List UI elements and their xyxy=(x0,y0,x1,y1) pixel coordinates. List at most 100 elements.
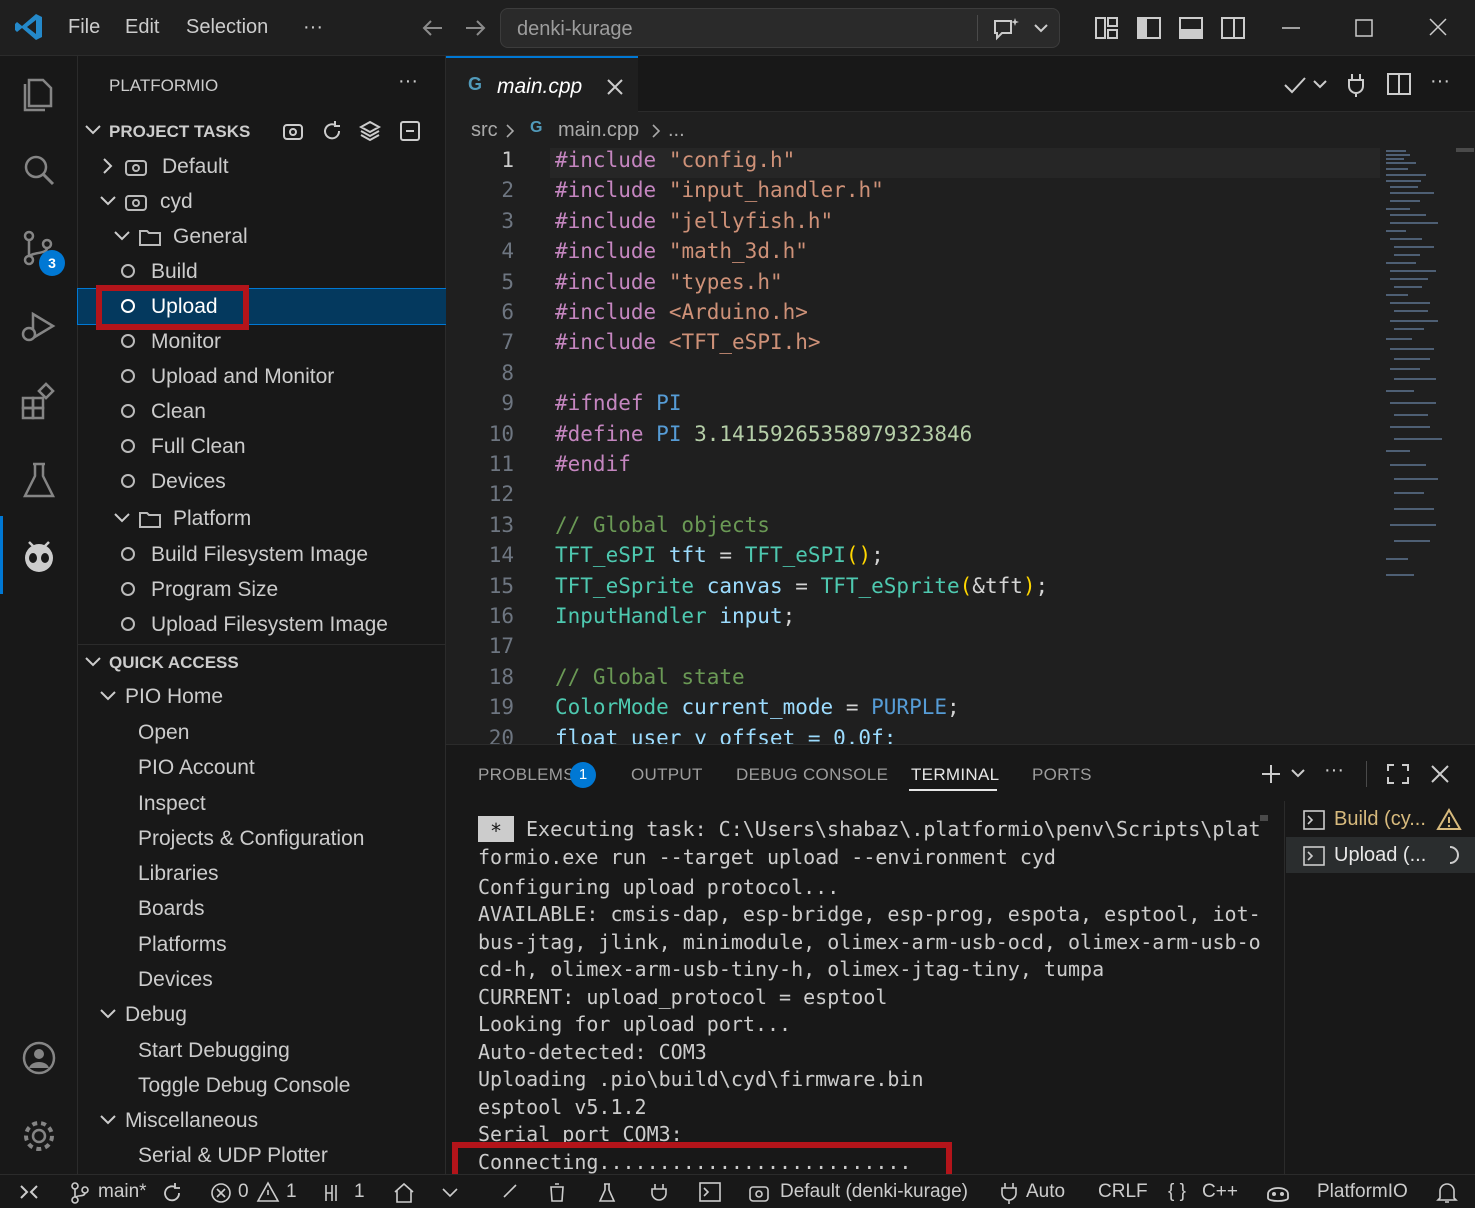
tab-problems[interactable]: PROBLEMS xyxy=(478,765,575,785)
toggle-panel-icon[interactable] xyxy=(1178,16,1204,40)
settings-gear-icon[interactable] xyxy=(19,1116,59,1156)
notifications-bell-icon[interactable] xyxy=(1436,1181,1458,1205)
menu-edit[interactable]: Edit xyxy=(125,16,159,39)
tree-item-platform[interactable]: Platform xyxy=(78,501,446,536)
quick-pio-account[interactable]: PIO Account xyxy=(78,750,446,785)
pio-home-icon[interactable] xyxy=(392,1181,416,1205)
quick-devices[interactable]: Devices xyxy=(78,962,446,997)
refresh-icon[interactable] xyxy=(320,119,344,143)
toggle-secondary-sidebar-icon[interactable] xyxy=(1220,16,1246,40)
terminal-scrollbar[interactable] xyxy=(1260,815,1268,821)
quick-platforms[interactable]: Platforms xyxy=(78,927,446,962)
pio-build-icon[interactable] xyxy=(440,1183,460,1203)
command-center-search[interactable]: denki-kurage xyxy=(500,8,1060,48)
menu-file[interactable]: File xyxy=(68,16,100,39)
quick-projects-configuration[interactable]: Projects & Configuration xyxy=(78,821,446,856)
tree-item-default[interactable]: Default xyxy=(78,149,446,184)
menu-selection[interactable]: Selection xyxy=(186,16,268,39)
sync-icon[interactable] xyxy=(160,1181,184,1205)
back-arrow-icon[interactable] xyxy=(420,16,446,40)
layers-icon[interactable] xyxy=(358,119,382,143)
tab-output[interactable]: OUTPUT xyxy=(631,765,703,785)
ports-count[interactable]: 1 xyxy=(354,1181,365,1203)
quick-start-debugging[interactable]: Start Debugging xyxy=(78,1033,446,1068)
split-editor-icon[interactable] xyxy=(1386,72,1412,96)
task-build-filesystem-image[interactable]: Build Filesystem Image xyxy=(78,537,446,572)
search-icon[interactable] xyxy=(19,150,59,190)
platformio-label[interactable]: PlatformIO xyxy=(1317,1181,1408,1203)
collapse-all-icon[interactable] xyxy=(398,119,422,143)
task-devices[interactable]: Devices xyxy=(78,464,446,499)
quick-open[interactable]: Open xyxy=(78,715,446,750)
maximize-panel-icon[interactable] xyxy=(1386,763,1410,785)
tree-item-cyd[interactable]: cyd xyxy=(78,184,446,219)
new-terminal-icon[interactable] xyxy=(280,119,306,143)
tree-item-debug[interactable]: Debug xyxy=(78,997,446,1032)
project-env-label[interactable]: Default (denki-kurage) xyxy=(780,1181,968,1203)
scrollbar-thumb[interactable] xyxy=(1456,148,1474,152)
chevron-down-icon[interactable] xyxy=(1312,78,1328,92)
task-program-size[interactable]: Program Size xyxy=(78,572,446,607)
run-debug-icon[interactable] xyxy=(19,306,59,346)
tree-item-general[interactable]: General xyxy=(78,219,446,254)
explorer-icon[interactable] xyxy=(19,72,59,112)
pio-terminal-icon[interactable] xyxy=(698,1181,722,1203)
remote-icon[interactable] xyxy=(18,1182,40,1202)
quick-libraries[interactable]: Libraries xyxy=(78,856,446,891)
pio-monitor-icon[interactable] xyxy=(648,1181,670,1203)
language-braces-icon[interactable]: { } xyxy=(1168,1181,1186,1203)
panel-more-actions[interactable]: ··· xyxy=(1324,759,1344,782)
error-icon[interactable] xyxy=(210,1182,232,1204)
warning-count[interactable]: 1 xyxy=(286,1181,297,1203)
new-terminal-plus-icon[interactable] xyxy=(1260,763,1282,785)
pio-test-icon[interactable] xyxy=(596,1181,618,1203)
forward-arrow-icon[interactable] xyxy=(462,16,488,40)
terminal-list-item-build[interactable]: Build (cy... xyxy=(1286,801,1475,837)
toggle-sidebar-icon[interactable] xyxy=(1136,16,1162,40)
chevron-down-icon[interactable] xyxy=(1033,21,1049,35)
quick-serial-udp-plotter[interactable]: Serial & UDP Plotter xyxy=(78,1138,446,1173)
checkmark-icon[interactable] xyxy=(1282,74,1308,96)
task-upload-filesystem-image[interactable]: Upload Filesystem Image xyxy=(78,607,446,642)
terminal-output[interactable]: * Executing task: C:\Users\shabaz\.platf… xyxy=(446,811,1276,1174)
breadcrumb-src[interactable]: src xyxy=(471,119,498,142)
copilot-chat-icon[interactable] xyxy=(991,15,1021,43)
code-editor[interactable]: 1 #include "config.h" 2 #include "input_ha… xyxy=(446,148,1475,744)
error-count[interactable]: 0 xyxy=(238,1181,249,1203)
menu-more[interactable]: ··· xyxy=(303,16,323,39)
eol-label[interactable]: CRLF xyxy=(1098,1181,1148,1203)
copilot-icon[interactable] xyxy=(1264,1180,1292,1204)
extensions-icon[interactable] xyxy=(19,382,59,422)
tab-main-cpp[interactable]: G main.cpp xyxy=(446,56,638,112)
tab-ports[interactable]: PORTS xyxy=(1032,765,1092,785)
pio-upload-icon[interactable] xyxy=(500,1183,522,1203)
language-label[interactable]: C++ xyxy=(1202,1181,1238,1203)
tree-item-miscellaneous[interactable]: Miscellaneous xyxy=(78,1103,446,1138)
ports-icon[interactable] xyxy=(322,1181,348,1205)
task-build[interactable]: Build xyxy=(78,254,446,289)
close-window-icon[interactable] xyxy=(1428,18,1450,38)
quick-boards[interactable]: Boards xyxy=(78,891,446,926)
terminal-list-item-upload[interactable]: Upload (... xyxy=(1286,837,1475,873)
project-tasks-header[interactable]: PROJECT TASKS xyxy=(78,114,446,148)
testing-icon[interactable] xyxy=(19,460,59,500)
breadcrumb-file[interactable]: main.cpp xyxy=(558,119,639,142)
editor-more-actions[interactable]: ··· xyxy=(1430,70,1450,93)
minimize-icon[interactable] xyxy=(1280,18,1302,38)
minimap[interactable] xyxy=(1384,148,1444,588)
close-panel-icon[interactable] xyxy=(1430,764,1450,784)
tab-debug-console[interactable]: DEBUG CONSOLE xyxy=(736,765,888,785)
plug-icon[interactable] xyxy=(1344,72,1368,98)
task-clean[interactable]: Clean xyxy=(78,394,446,429)
quick-inspect[interactable]: Inspect xyxy=(78,786,446,821)
pio-clean-icon[interactable] xyxy=(546,1181,568,1203)
platformio-icon[interactable] xyxy=(19,536,59,576)
task-full-clean[interactable]: Full Clean xyxy=(78,429,446,464)
maximize-icon[interactable] xyxy=(1354,18,1376,38)
port-auto-label[interactable]: Auto xyxy=(1026,1181,1065,1203)
customize-layout-icon[interactable] xyxy=(1094,16,1120,40)
quick-toggle-debug-console[interactable]: Toggle Debug Console xyxy=(78,1068,446,1103)
task-upload-and-monitor[interactable]: Upload and Monitor xyxy=(78,359,446,394)
quick-access-header[interactable]: QUICK ACCESS xyxy=(78,646,446,680)
tree-item-pio-home[interactable]: PIO Home xyxy=(78,679,446,714)
